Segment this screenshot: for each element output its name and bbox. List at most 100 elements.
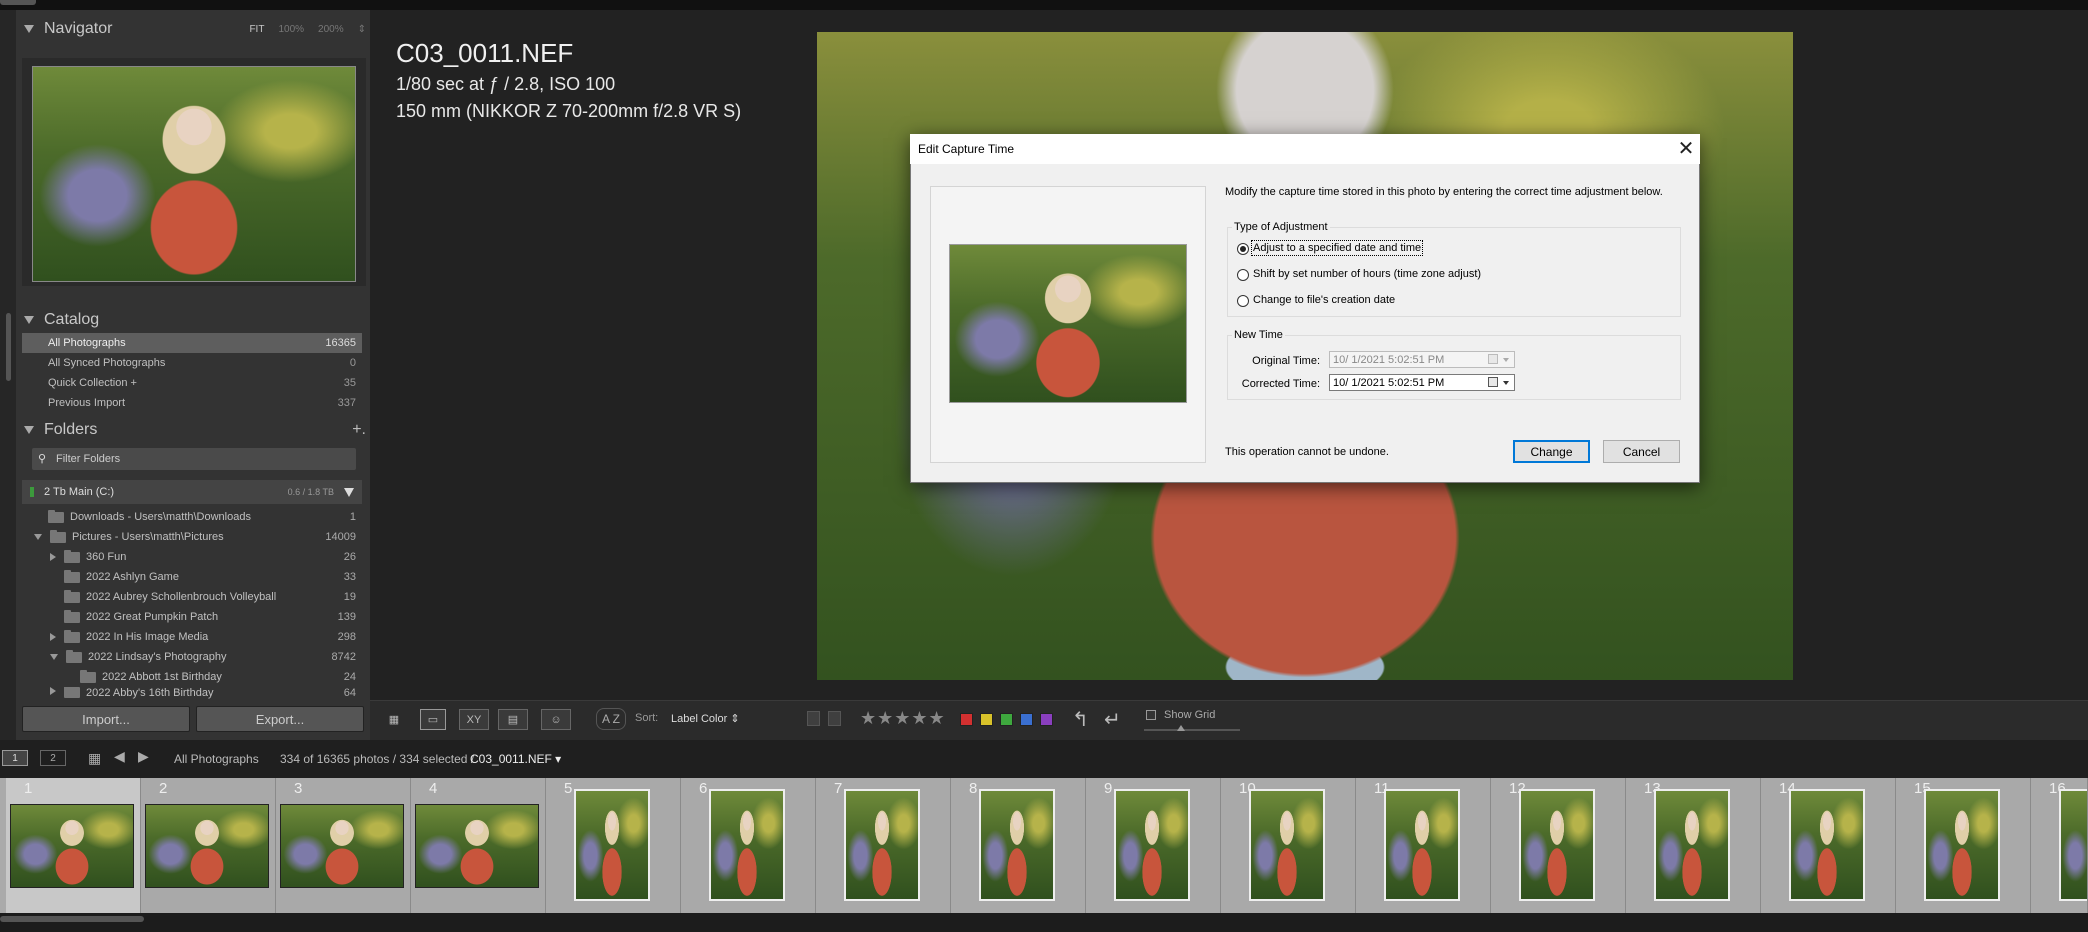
filter-folders-input[interactable]: Filter Folders — [32, 448, 356, 470]
folders-header[interactable]: Folders +. — [16, 415, 366, 445]
sort-direction-icon[interactable]: A Z — [596, 708, 626, 730]
people-view-icon[interactable]: ☺ — [541, 709, 571, 730]
collapse-triangle-icon[interactable] — [24, 426, 34, 434]
dialog-titlebar[interactable] — [910, 134, 1700, 164]
filmstrip-thumbnail[interactable] — [1924, 789, 2000, 901]
filmstrip-cell[interactable]: 5 — [546, 778, 681, 913]
show-grid-checkbox[interactable] — [1146, 710, 1156, 720]
folder-row[interactable]: 2022 Lindsay's Photography 8742 — [50, 647, 356, 667]
navigator-header[interactable]: Navigator FIT 100% 200% ⇕ — [16, 14, 366, 44]
filmstrip-cell[interactable]: 3 — [276, 778, 411, 913]
filmstrip-cell[interactable]: 10 — [1221, 778, 1356, 913]
label-blue-swatch[interactable] — [1020, 713, 1033, 726]
loupe-view-icon[interactable]: ▭ — [420, 709, 446, 730]
close-icon[interactable]: ✕ — [1676, 136, 1696, 160]
filmstrip-thumbnail[interactable] — [979, 789, 1055, 901]
catalog-item-all-synced[interactable]: All Synced Photographs 0 — [22, 353, 362, 373]
chevron-down-icon[interactable] — [1503, 381, 1509, 385]
catalog-item-all-photographs[interactable]: All Photographs 16365 — [22, 333, 362, 353]
collapsed-triangle-icon[interactable] — [50, 633, 56, 641]
filmstrip-thumbnail[interactable] — [844, 789, 920, 901]
filmstrip-cell[interactable]: 13 — [1626, 778, 1761, 913]
filmstrip-cell[interactable]: 4 — [411, 778, 546, 913]
filmstrip-cell[interactable]: 9 — [1086, 778, 1221, 913]
filmstrip-cell[interactable]: 15 — [1896, 778, 2031, 913]
catalog-header[interactable]: Catalog — [16, 305, 366, 335]
filmstrip-thumbnail[interactable] — [1114, 789, 1190, 901]
zoom-more-icon[interactable]: ⇕ — [358, 24, 366, 35]
label-red-swatch[interactable] — [960, 713, 973, 726]
star-rating[interactable]: ★★★★★ — [860, 708, 946, 729]
corrected-time-field[interactable]: 10/ 1/2021 5:02:51 PM — [1329, 374, 1515, 391]
filmstrip-thumbnail[interactable] — [1384, 789, 1460, 901]
filmstrip-cell[interactable]: 11 — [1356, 778, 1491, 913]
folder-row[interactable]: 2022 Great Pumpkin Patch 139 — [50, 607, 356, 627]
catalog-item-previous-import[interactable]: Previous Import 337 — [22, 393, 362, 413]
add-folder-icon[interactable]: +. — [352, 421, 366, 439]
filmstrip-source[interactable]: All Photographs — [174, 752, 259, 766]
import-button[interactable]: Import... — [22, 706, 190, 732]
filmstrip-cell[interactable]: 1 — [6, 778, 141, 913]
folder-row[interactable]: 2022 Aubrey Schollenbrouch Volleyball 19 — [50, 587, 356, 607]
grid-size-slider[interactable] — [1144, 729, 1240, 731]
collapse-triangle-icon[interactable] — [24, 316, 34, 324]
folder-row[interactable]: 2022 Ashlyn Game 33 — [50, 567, 356, 587]
flag-reject-icon[interactable] — [828, 711, 841, 726]
secondary-monitor-button[interactable]: 2 — [40, 750, 66, 766]
rotate-right-icon[interactable]: ↵ — [1104, 707, 1121, 732]
filmstrip-current-file[interactable]: C03_0011.NEF ▾ — [470, 752, 561, 766]
compare-view-icon[interactable]: XY — [459, 709, 489, 730]
volume-header[interactable]: 2 Tb Main (C:) 0.6 / 1.8 TB — [22, 480, 362, 504]
folder-row[interactable]: 360 Fun 26 — [50, 547, 356, 567]
collapsed-triangle-icon[interactable] — [50, 553, 56, 561]
filmstrip-thumbnail[interactable] — [1654, 789, 1730, 901]
radio-shift-hours[interactable] — [1237, 269, 1249, 281]
filmstrip-thumbnail[interactable] — [415, 804, 539, 888]
folder-row[interactable]: 2022 Abbott 1st Birthday 24 — [66, 667, 356, 687]
zoom-200-option[interactable]: 200% — [318, 24, 344, 35]
filmstrip-thumbnail[interactable] — [2059, 789, 2087, 901]
radio-file-creation-date-label[interactable]: Change to file's creation date — [1253, 294, 1395, 306]
forward-arrow-icon[interactable]: ▶ — [138, 748, 149, 765]
zoom-fit-option[interactable]: FIT — [249, 24, 264, 35]
collapse-triangle-icon[interactable] — [24, 25, 34, 33]
back-arrow-icon[interactable]: ◀ — [114, 748, 125, 765]
folder-row[interactable]: 2022 In His Image Media 298 — [50, 627, 356, 647]
filmstrip-thumbnail[interactable] — [1789, 789, 1865, 901]
filmstrip-cell[interactable]: 6 — [681, 778, 816, 913]
navigator-preview-image[interactable] — [32, 66, 356, 282]
survey-view-icon[interactable]: ▤ — [498, 709, 528, 730]
filmstrip-thumbnail[interactable] — [280, 804, 404, 888]
filmstrip-thumbnail[interactable] — [10, 804, 134, 888]
change-button[interactable]: Change — [1513, 440, 1590, 463]
label-purple-swatch[interactable] — [1040, 713, 1053, 726]
filmstrip-cell[interactable]: 14 — [1761, 778, 1896, 913]
expanded-triangle-icon[interactable] — [50, 654, 58, 660]
calendar-icon[interactable] — [1488, 377, 1498, 387]
expanded-triangle-icon[interactable] — [34, 534, 42, 540]
filmstrip-cell[interactable]: 8 — [951, 778, 1086, 913]
cancel-button[interactable]: Cancel — [1603, 440, 1680, 463]
primary-monitor-button[interactable]: 1 — [2, 750, 28, 766]
grid-icon[interactable]: ▦ — [88, 750, 101, 767]
rotate-left-icon[interactable]: ↰ — [1072, 707, 1089, 732]
filmstrip-thumbnail[interactable] — [1519, 789, 1595, 901]
catalog-item-quick-collection[interactable]: Quick Collection + 35 — [22, 373, 362, 393]
filmstrip-thumbnail[interactable] — [1249, 789, 1325, 901]
radio-shift-hours-label[interactable]: Shift by set number of hours (time zone … — [1253, 268, 1481, 280]
filmstrip-thumbnail[interactable] — [709, 789, 785, 901]
grid-slider-knob[interactable] — [1177, 725, 1185, 731]
zoom-100-option[interactable]: 100% — [278, 24, 304, 35]
radio-file-creation-date[interactable] — [1237, 295, 1249, 307]
flag-pick-icon[interactable] — [807, 711, 820, 726]
label-green-swatch[interactable] — [1000, 713, 1013, 726]
filmstrip-thumbnail[interactable] — [145, 804, 269, 888]
filmstrip-cell[interactable]: 12 — [1491, 778, 1626, 913]
left-panel-scrollbar[interactable] — [6, 313, 11, 381]
corrected-time-value[interactable]: 10/ 1/2021 5:02:51 PM — [1333, 377, 1444, 389]
export-button[interactable]: Export... — [196, 706, 364, 732]
filmstrip-cell[interactable]: 16 — [2031, 778, 2088, 913]
folder-row[interactable]: Downloads - Users\matth\Downloads 1 — [34, 507, 356, 527]
filmstrip-scrollbar[interactable] — [0, 913, 2088, 932]
folder-row[interactable]: Pictures - Users\matth\Pictures 14009 — [34, 527, 356, 547]
